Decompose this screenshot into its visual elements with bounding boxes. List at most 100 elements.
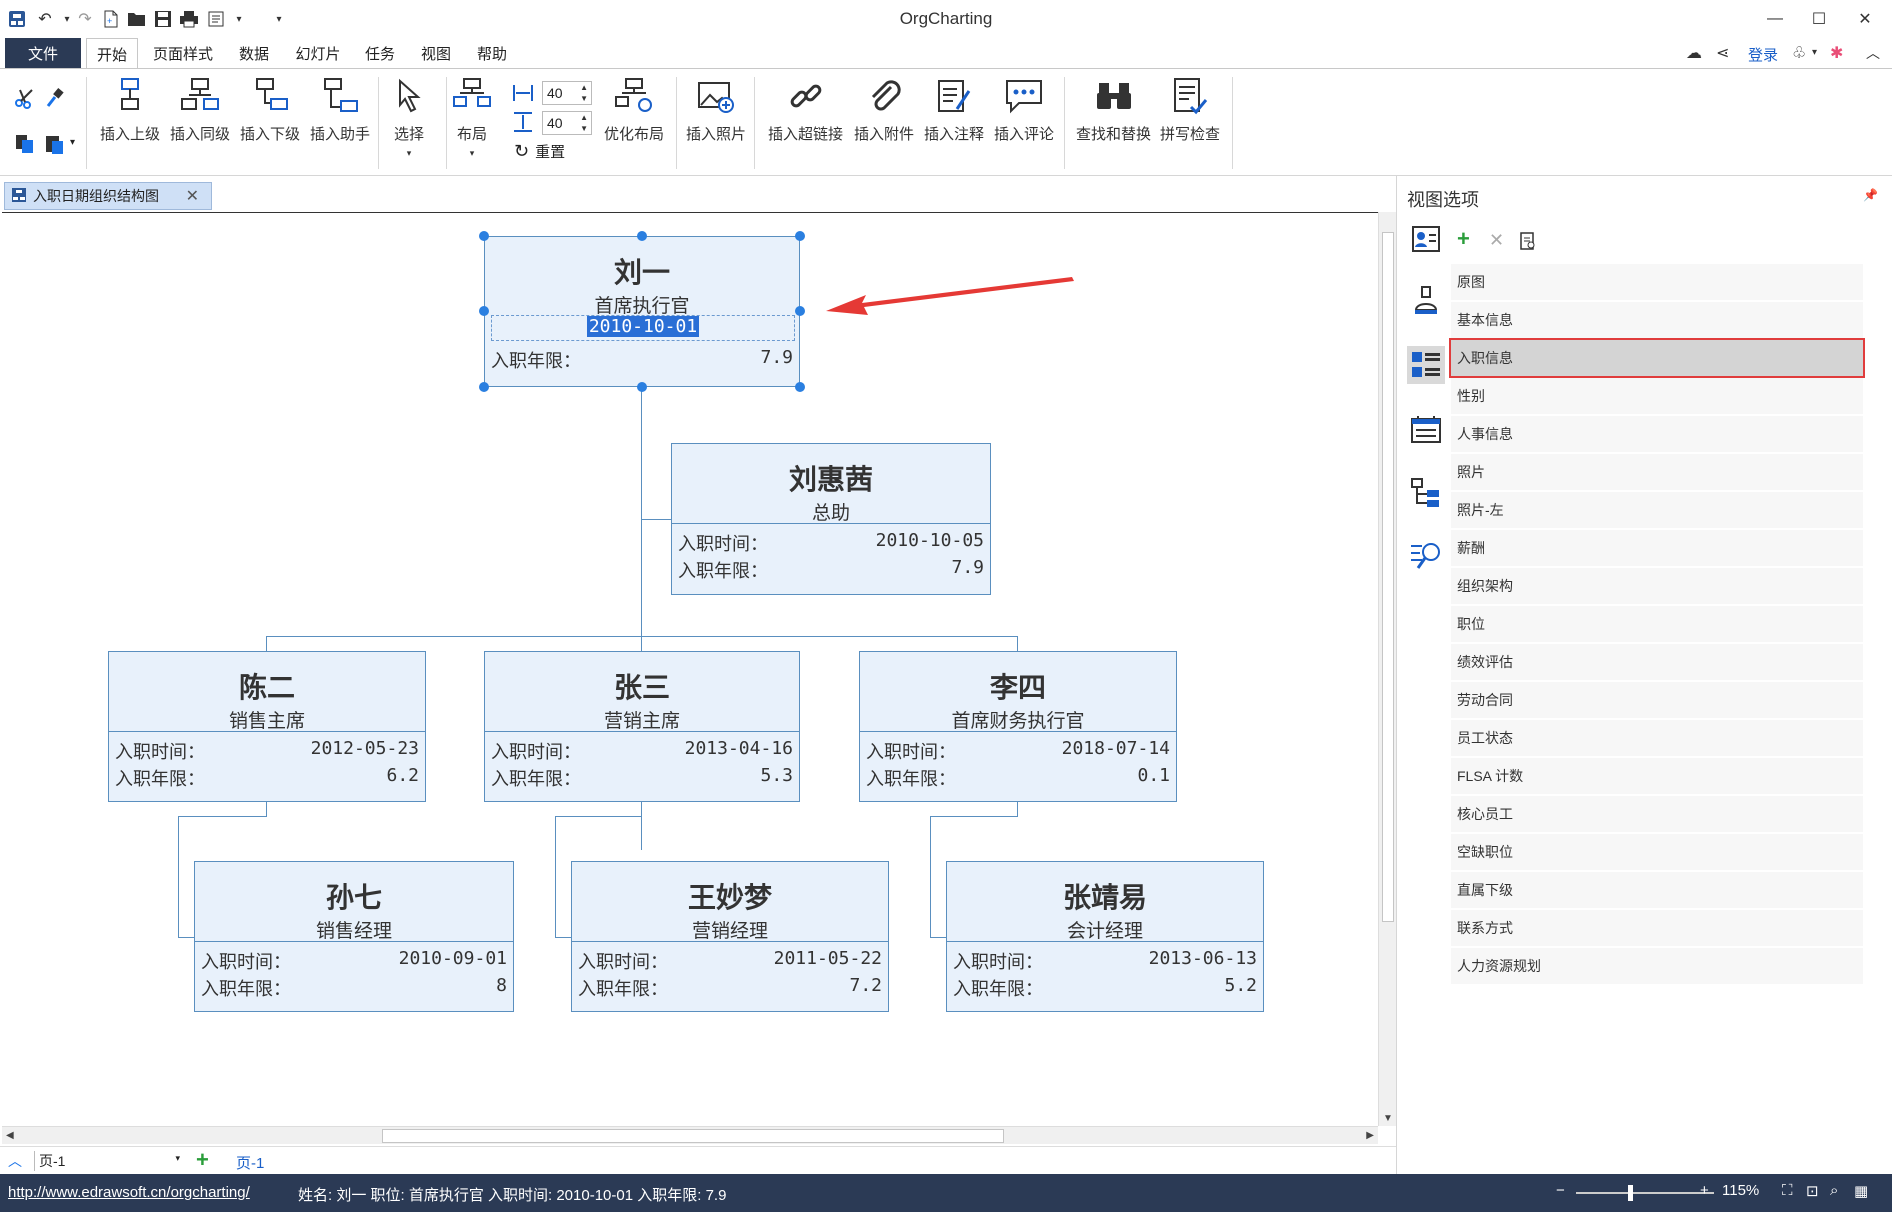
view-item-selected[interactable]: 入职信息 bbox=[1449, 338, 1865, 378]
view-settings-icon[interactable] bbox=[1519, 230, 1537, 256]
page-selector[interactable]: 页-1 ▾ bbox=[34, 1151, 184, 1171]
add-view-icon[interactable]: + bbox=[1457, 226, 1470, 252]
reset-button[interactable]: ↻ 重置 bbox=[514, 141, 565, 162]
insert-upper-button[interactable]: 插入上级 bbox=[100, 77, 160, 144]
view-item[interactable]: 人事信息 bbox=[1451, 416, 1863, 452]
org-node-accounting-manager[interactable]: 张靖易 会计经理 入职时间： 2013-06-13 入职年限： 5.2 bbox=[946, 861, 1264, 1012]
zoom-in-icon[interactable]: + bbox=[1700, 1182, 1709, 1199]
horizontal-scroll-thumb[interactable] bbox=[382, 1129, 1004, 1143]
zoom-slider[interactable] bbox=[1576, 1185, 1714, 1201]
resize-handle[interactable] bbox=[795, 231, 805, 241]
website-link[interactable]: http://www.edrawsoft.cn/orgcharting/ bbox=[8, 1184, 250, 1201]
find-replace-button[interactable]: 查找和替换 bbox=[1076, 77, 1151, 144]
zoom-level[interactable]: 115% bbox=[1722, 1182, 1759, 1199]
org-node-sales-chair[interactable]: 陈二 销售主席 入职时间： 2012-05-23 入职年限： 6.2 bbox=[108, 651, 426, 802]
format-painter-icon[interactable] bbox=[44, 87, 66, 113]
skin-dropdown-icon[interactable]: ▾ bbox=[1812, 47, 1817, 58]
file-menu[interactable]: 文件 bbox=[5, 38, 81, 68]
insert-hyperlink-button[interactable]: 插入超链接 bbox=[768, 77, 843, 144]
page-list-up-icon[interactable]: ︿ bbox=[8, 1151, 22, 1171]
fit-page-icon[interactable]: ⛶ bbox=[1782, 1182, 1793, 1199]
style-brush-icon[interactable] bbox=[1407, 282, 1445, 320]
tree-structure-icon[interactable] bbox=[1407, 474, 1445, 512]
tab-help[interactable]: 帮助 bbox=[470, 38, 514, 68]
scroll-left-icon[interactable]: ◀ bbox=[6, 1130, 14, 1141]
view-item[interactable]: 直属下级 bbox=[1451, 872, 1863, 908]
insert-same-button[interactable]: 插入同级 bbox=[170, 77, 230, 144]
view-item[interactable]: 基本信息 bbox=[1451, 302, 1863, 338]
grid-icon[interactable]: ▦ bbox=[1854, 1182, 1868, 1200]
insert-comment-button[interactable]: 插入评论 bbox=[994, 77, 1054, 144]
view-item[interactable]: FLSA 计数 bbox=[1451, 758, 1863, 794]
minimize-button[interactable]: — bbox=[1752, 4, 1798, 34]
node-hire-date[interactable]: 2010-10-01 bbox=[586, 316, 700, 337]
view-item[interactable]: 空缺职位 bbox=[1451, 834, 1863, 870]
tab-page-style[interactable]: 页面样式 bbox=[148, 38, 218, 68]
org-node-assistant[interactable]: 刘惠茜 总助 入职时间： 2010-10-05 入职年限： 7.9 bbox=[671, 443, 991, 595]
vertical-spacing-input[interactable]: 40 ▲ ▼ bbox=[542, 111, 592, 135]
tab-start[interactable]: 开始 bbox=[86, 38, 138, 69]
resize-handle[interactable] bbox=[637, 382, 647, 392]
skin-icon[interactable]: ♧ bbox=[1792, 43, 1806, 63]
view-item[interactable]: 绩效评估 bbox=[1451, 644, 1863, 680]
collapse-ribbon-icon[interactable]: ︿ bbox=[1866, 43, 1880, 63]
copy-icon[interactable] bbox=[14, 133, 36, 159]
tab-tasks[interactable]: 任务 bbox=[358, 38, 402, 68]
view-list-icon[interactable] bbox=[1407, 346, 1445, 384]
tab-view[interactable]: 视图 bbox=[414, 38, 458, 68]
horizontal-spacing-input[interactable]: 40 ▲ ▼ bbox=[542, 81, 592, 105]
insert-photo-button[interactable]: 插入照片 bbox=[686, 77, 746, 144]
zoom-out-icon[interactable]: − bbox=[1556, 1182, 1565, 1199]
document-tab[interactable]: 入职日期组织结构图 ✕ bbox=[4, 182, 212, 210]
login-link[interactable]: 登录 bbox=[1748, 44, 1778, 65]
view-item[interactable]: 核心员工 bbox=[1451, 796, 1863, 832]
resize-handle[interactable] bbox=[479, 382, 489, 392]
layout-dropdown-icon[interactable]: ▾ bbox=[470, 148, 475, 159]
org-node-sales-manager[interactable]: 孙七 销售经理 入职时间： 2010-09-01 入职年限： 8 bbox=[194, 861, 514, 1012]
horizontal-scrollbar[interactable]: ◀ ▶ bbox=[2, 1126, 1378, 1144]
optimize-layout-button[interactable]: 优化布局 bbox=[604, 77, 664, 144]
view-item[interactable]: 职位 bbox=[1451, 606, 1863, 642]
scroll-down-icon[interactable]: ▼ bbox=[1383, 1113, 1393, 1124]
resize-handle[interactable] bbox=[795, 382, 805, 392]
delete-view-icon[interactable]: ✕ bbox=[1489, 230, 1504, 251]
calendar-icon[interactable] bbox=[1407, 410, 1445, 448]
view-item[interactable]: 原图 bbox=[1451, 264, 1863, 300]
paste-icon[interactable] bbox=[44, 133, 66, 159]
spell-check-button[interactable]: 拼写检查 bbox=[1160, 77, 1220, 144]
view-item[interactable]: 员工状态 bbox=[1451, 720, 1863, 756]
tab-slides[interactable]: 幻灯片 bbox=[290, 38, 346, 68]
zoom-tool-icon[interactable]: ⌕ bbox=[1830, 1182, 1838, 1199]
org-node-marketing-manager[interactable]: 王妙梦 营销经理 入职时间： 2011-05-22 入职年限： 7.2 bbox=[571, 861, 889, 1012]
insert-lower-button[interactable]: 插入下级 bbox=[240, 77, 300, 144]
search-list-icon[interactable] bbox=[1407, 536, 1445, 574]
date-field-selected[interactable]: 2010-10-01 bbox=[491, 315, 795, 341]
page-tab-active[interactable]: 页-1 bbox=[236, 1152, 264, 1173]
scroll-right-icon[interactable]: ▶ bbox=[1366, 1130, 1374, 1141]
contact-card-icon[interactable] bbox=[1407, 220, 1445, 258]
pin-icon[interactable]: 📌 bbox=[1863, 188, 1878, 202]
add-page-icon[interactable]: + bbox=[196, 1147, 209, 1173]
select-button[interactable]: 选择 ▾ bbox=[390, 77, 428, 159]
cut-icon[interactable] bbox=[14, 87, 36, 113]
org-node-ceo[interactable]: 刘一 首席执行官 2010-10-01 入职年限： 7.9 bbox=[484, 236, 800, 387]
maximize-button[interactable]: ☐ bbox=[1796, 4, 1842, 34]
close-window-button[interactable]: ✕ bbox=[1842, 4, 1888, 34]
vertical-scroll-thumb[interactable] bbox=[1382, 232, 1394, 922]
resize-handle[interactable] bbox=[795, 306, 805, 316]
view-item[interactable]: 人力资源规划 bbox=[1451, 948, 1863, 984]
view-item[interactable]: 照片-左 bbox=[1451, 492, 1863, 528]
tab-data[interactable]: 数据 bbox=[232, 38, 276, 68]
vertical-scrollbar[interactable]: ▼ bbox=[1378, 212, 1396, 1126]
insert-attachment-button[interactable]: 插入附件 bbox=[854, 77, 914, 144]
share-icon[interactable]: ⋖ bbox=[1716, 43, 1729, 63]
close-tab-icon[interactable]: ✕ bbox=[186, 186, 199, 206]
view-item[interactable]: 联系方式 bbox=[1451, 910, 1863, 946]
layout-button[interactable]: 布局 ▾ bbox=[453, 77, 491, 159]
cloud-icon[interactable]: ☁ bbox=[1686, 43, 1702, 63]
paste-dropdown-icon[interactable]: ▾ bbox=[70, 137, 75, 148]
view-item[interactable]: 组织架构 bbox=[1451, 568, 1863, 604]
insert-assistant-button[interactable]: 插入助手 bbox=[310, 77, 370, 144]
view-item[interactable]: 性别 bbox=[1451, 378, 1863, 414]
insert-note-button[interactable]: 插入注释 bbox=[924, 77, 984, 144]
